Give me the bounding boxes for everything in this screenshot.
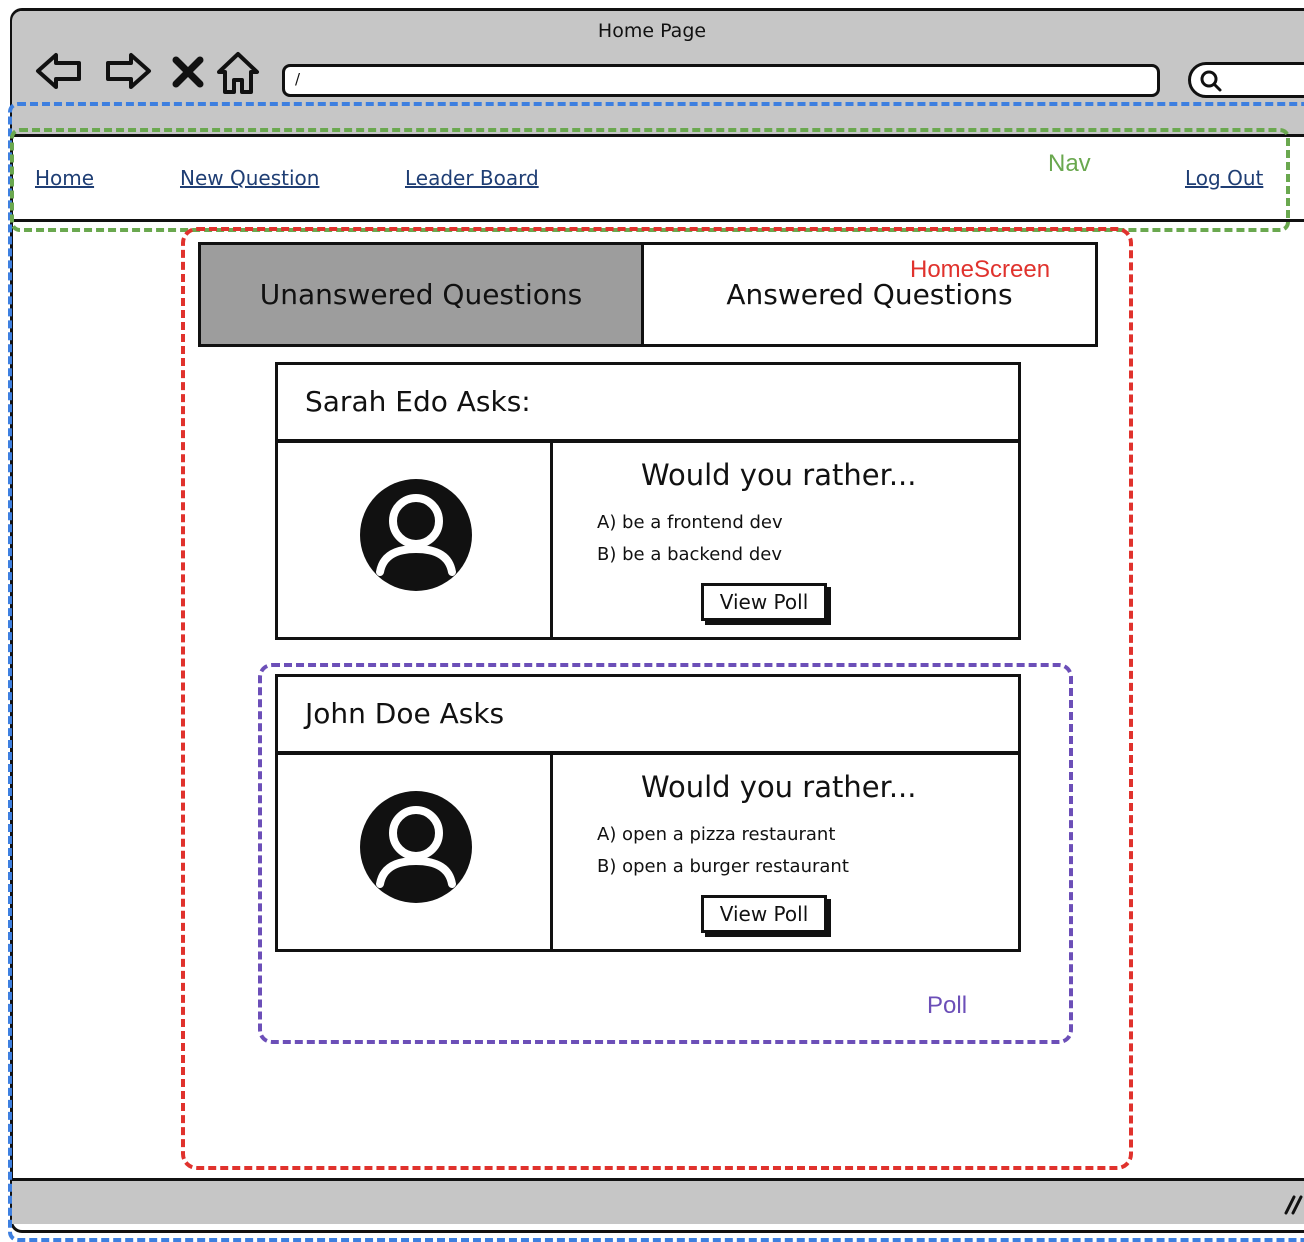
address-bar[interactable]: / — [282, 64, 1160, 97]
question-body: Would you rather... A) be a frontend dev… — [550, 440, 1021, 640]
resize-grip-icon[interactable] — [1282, 1191, 1304, 1215]
option-b: B) open a burger restaurant — [597, 856, 849, 877]
back-arrow-icon[interactable] — [34, 50, 84, 92]
question-card: John Doe Asks Would you rather... A) ope… — [275, 674, 1021, 954]
nav-separator — [12, 219, 1304, 222]
home-icon[interactable] — [215, 50, 261, 98]
nav-link-home[interactable]: Home — [35, 166, 94, 190]
toolbar-separator — [12, 134, 1304, 137]
nav-annotation-label: Nav — [1048, 150, 1091, 177]
option-a: A) be a frontend dev — [597, 512, 783, 533]
view-poll-button[interactable]: View Poll — [701, 895, 827, 933]
browser-status-bar — [12, 1178, 1304, 1224]
nav-link-leader-board[interactable]: Leader Board — [405, 166, 539, 190]
nav-link-log-out[interactable]: Log Out — [1185, 166, 1263, 190]
question-card-header: Sarah Edo Asks: — [275, 362, 1021, 442]
tab-unanswered-questions[interactable]: Unanswered Questions — [198, 242, 644, 347]
window-title: Home Page — [597, 20, 707, 42]
view-poll-button[interactable]: View Poll — [701, 583, 827, 621]
option-a: A) open a pizza restaurant — [597, 824, 836, 845]
tab-unanswered-label: Unanswered Questions — [259, 278, 583, 311]
question-author: Sarah Edo Asks: — [305, 385, 531, 418]
avatar-cell — [275, 440, 553, 640]
question-body: Would you rather... A) open a pizza rest… — [550, 752, 1021, 952]
question-prompt: Would you rather... — [641, 458, 917, 492]
search-icon — [1200, 70, 1222, 92]
nav-link-new-question[interactable]: New Question — [180, 166, 319, 190]
close-icon[interactable] — [170, 55, 206, 89]
forward-arrow-icon[interactable] — [103, 50, 153, 92]
avatar-icon — [360, 479, 472, 591]
poll-annotation-label: Poll — [927, 992, 968, 1019]
question-prompt: Would you rather... — [641, 770, 917, 804]
avatar-icon — [360, 791, 472, 903]
option-b: B) be a backend dev — [597, 544, 782, 565]
address-bar-value: / — [295, 70, 301, 88]
homescreen-annotation-label: HomeScreen — [910, 256, 1051, 283]
question-card-header: John Doe Asks — [275, 674, 1021, 754]
browser-search-box[interactable] — [1188, 62, 1304, 98]
question-card: Sarah Edo Asks: Would you rather... A) b… — [275, 362, 1021, 642]
question-author: John Doe Asks — [305, 697, 505, 730]
avatar-cell — [275, 752, 553, 952]
